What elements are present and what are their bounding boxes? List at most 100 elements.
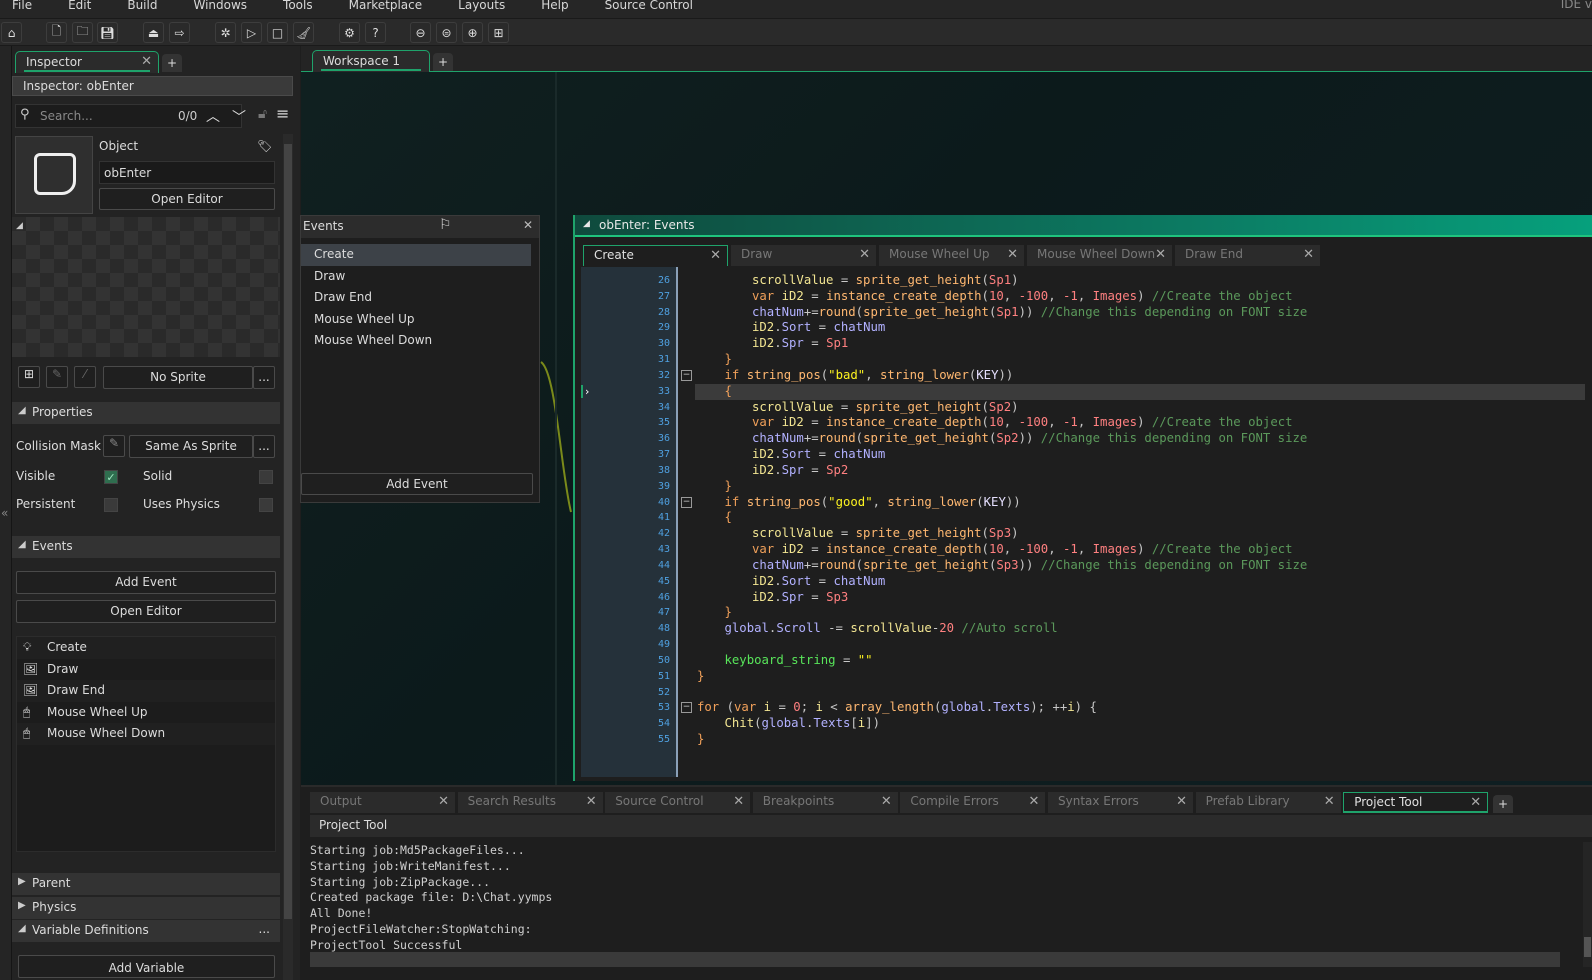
code-line[interactable]: chatNum+=round(sprite_get_height(Sp3)) /… <box>695 558 1585 574</box>
menu-marketplace[interactable]: Marketplace <box>337 0 423 11</box>
collision-more-button[interactable]: ... <box>253 435 275 458</box>
output-tab[interactable]: Compile Errors ✕ <box>900 792 1046 813</box>
run-icon[interactable]: ▷ <box>241 22 262 43</box>
code-line[interactable]: iD2.Sort = chatNum <box>695 574 1585 590</box>
clean-icon[interactable]: 🧹︎ <box>293 22 314 43</box>
events-window-item[interactable]: Mouse Wheel Down <box>301 330 531 352</box>
code-window-titlebar[interactable]: ◢ obEnter: Events <box>575 215 1592 237</box>
horizontal-scrollbar[interactable] <box>310 952 1560 967</box>
flag-icon[interactable]: ⚐ <box>439 217 452 233</box>
stop-icon[interactable]: □ <box>267 22 288 43</box>
output-tab[interactable]: Syntax Errors ✕ <box>1048 792 1193 813</box>
fold-toggle-icon[interactable]: − <box>681 369 692 381</box>
object-name-input[interactable]: obEnter <box>99 161 275 184</box>
code-line[interactable]: iD2.Spr = Sp3 <box>695 590 1585 606</box>
menu-edit[interactable]: Edit <box>56 0 91 11</box>
add-tab-button[interactable]: + <box>1493 795 1513 813</box>
code-line[interactable]: } <box>695 669 1585 685</box>
inspector-event-item[interactable]: 🖼︎ Draw End <box>17 680 275 702</box>
help-icon[interactable]: ? <box>365 22 386 43</box>
tab-workspace-1[interactable]: Workspace 1 <box>312 50 430 72</box>
code-line[interactable]: iD2.Spr = Sp1 <box>695 336 1585 352</box>
uses-physics-checkbox[interactable] <box>259 498 273 512</box>
code-line[interactable]: } <box>695 352 1585 368</box>
code-line[interactable]: if string_pos("good", string_lower(KEY)) <box>695 495 1585 511</box>
persistent-checkbox[interactable] <box>104 498 118 512</box>
preferences-icon[interactable]: ⚙ <box>339 22 360 43</box>
code-line[interactable]: scrollValue = sprite_get_height(Sp2) <box>695 400 1585 416</box>
previous-match-icon[interactable]: ︿ <box>206 106 220 126</box>
vertical-scrollbar[interactable] <box>1583 842 1592 967</box>
add-event-button[interactable]: Add Event <box>16 571 276 594</box>
next-match-icon[interactable]: ﹀ <box>232 107 246 127</box>
code-tab[interactable]: Create ✕ <box>583 245 728 266</box>
output-tab[interactable]: Output ✕ <box>310 792 455 813</box>
collision-mask-select[interactable]: Same As Sprite <box>129 435 253 458</box>
output-tab[interactable]: Prefab Library ✕ <box>1195 792 1341 813</box>
output-tab[interactable]: Breakpoints ✕ <box>752 792 898 813</box>
create-executable-icon[interactable]: ⏏ <box>143 22 164 43</box>
collapse-triangle-icon[interactable]: ◢ <box>583 219 590 229</box>
events-window-item[interactable]: Create <box>301 244 531 266</box>
code-line[interactable]: { <box>695 510 1585 526</box>
new-sprite-button[interactable]: ⊞ <box>18 366 40 388</box>
output-tab[interactable]: Search Results ✕ <box>457 792 603 813</box>
parent-section-header[interactable]: ▶ Parent <box>12 873 280 895</box>
code-line[interactable] <box>695 685 1585 701</box>
close-icon[interactable]: ✕ <box>1324 794 1335 809</box>
collision-mask-edit-button[interactable]: ✎ <box>103 435 125 457</box>
menu-file[interactable]: File <box>0 0 32 11</box>
events-window-item[interactable]: Draw <box>301 266 531 288</box>
inspector-scrollbar[interactable] <box>283 134 293 980</box>
code-line[interactable]: } <box>695 732 1585 748</box>
layout-icon[interactable]: ⊞ <box>488 22 509 43</box>
close-icon[interactable]: ✕ <box>523 218 533 232</box>
code-line[interactable]: } <box>695 479 1585 495</box>
left-dock-strip[interactable]: « <box>0 46 12 980</box>
fold-toggle-icon[interactable]: − <box>681 496 692 508</box>
code-line[interactable]: var iD2 = instance_create_depth(10, -100… <box>695 289 1585 305</box>
events-section-header[interactable]: ◢ Events <box>12 536 280 558</box>
new-project-icon[interactable]: 🗋︎ <box>46 22 67 43</box>
collapse-triangle-icon[interactable]: ◢ <box>16 221 23 231</box>
export-icon[interactable]: ⇨ <box>169 22 190 43</box>
add-variable-button[interactable]: Add Variable <box>18 955 275 978</box>
events-window-titlebar[interactable]: Events ⚐ ✕ <box>301 216 539 238</box>
edit-sprite-button[interactable]: ✎ <box>46 366 68 388</box>
output-tab[interactable]: Source Control ✕ <box>605 792 751 813</box>
events-window-item[interactable]: Mouse Wheel Up <box>301 309 531 331</box>
events-window-item[interactable]: Draw End <box>301 287 531 309</box>
code-line[interactable]: if string_pos("bad", string_lower(KEY)) <box>695 368 1585 384</box>
code-line[interactable]: keyboard_string = "" <box>695 653 1585 669</box>
close-icon[interactable]: ✕ <box>733 794 744 809</box>
code-tab[interactable]: Mouse Wheel Down ✕ <box>1027 245 1172 266</box>
menu-help[interactable]: Help <box>529 0 568 11</box>
menu-layouts[interactable]: Layouts <box>446 0 505 11</box>
code-line[interactable]: global.Scroll -= scrollValue-20 //Auto s… <box>695 621 1585 637</box>
close-icon[interactable]: ✕ <box>1470 795 1481 810</box>
close-icon[interactable]: ✕ <box>1007 247 1018 262</box>
open-editor-events-button[interactable]: Open Editor <box>16 600 276 623</box>
variable-definitions-section-header[interactable]: ◢ Variable Definitions... <box>12 920 280 942</box>
sprite-select[interactable]: No Sprite <box>103 366 253 389</box>
menu-tools[interactable]: Tools <box>271 0 313 11</box>
close-icon[interactable]: ✕ <box>1028 794 1039 809</box>
code-line[interactable]: iD2.Sort = chatNum <box>695 447 1585 463</box>
code-line[interactable]: } <box>695 605 1585 621</box>
code-tab[interactable]: Mouse Wheel Up ✕ <box>879 245 1024 266</box>
collapse-icon[interactable]: « <box>1 506 8 520</box>
debug-icon[interactable]: ✲ <box>215 22 236 43</box>
menu-source-control[interactable]: Source Control <box>593 0 693 11</box>
brush-button[interactable]: ⁄ <box>74 366 96 388</box>
tag-icon[interactable]: 🏷︎ <box>257 139 272 153</box>
code-line[interactable]: scrollValue = sprite_get_height(Sp3) <box>695 526 1585 542</box>
visible-checkbox[interactable]: ✓ <box>104 470 118 484</box>
zoom-in-icon[interactable]: ⊕ <box>462 22 483 43</box>
code-line[interactable]: for (var i = 0; i < array_length(global.… <box>695 700 1585 716</box>
zoom-reset-icon[interactable]: ⊜ <box>436 22 457 43</box>
scrollbar-thumb[interactable] <box>1584 937 1591 957</box>
add-workspace-button[interactable]: + <box>433 53 453 71</box>
code-tab[interactable]: Draw ✕ <box>731 245 876 266</box>
menu-icon[interactable]: ≡ <box>276 104 289 123</box>
menu-build[interactable]: Build <box>115 0 157 11</box>
